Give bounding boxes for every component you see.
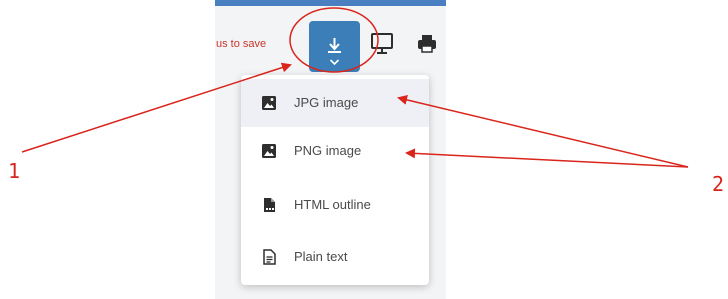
download-icon <box>328 38 341 66</box>
menu-item-label: PNG image <box>294 143 362 158</box>
menu-item-plain-text[interactable]: Plain text <box>241 233 429 281</box>
document-file-icon <box>264 198 275 212</box>
callout-label-2: 2 <box>712 172 725 196</box>
image-file-icon <box>262 144 276 158</box>
callout-arrow-2b <box>405 148 689 168</box>
print-icon[interactable] <box>416 34 440 54</box>
save-hint-text: us to save <box>216 38 267 50</box>
menu-item-jpg-image[interactable]: JPG image <box>241 79 429 127</box>
menu-item-label: Plain text <box>294 249 348 264</box>
menu-item-label: HTML outline <box>294 197 371 212</box>
app-header-strip <box>215 0 446 6</box>
download-menu: JPG image PNG image HTML outline Plain t… <box>241 75 429 285</box>
monitor-icon[interactable] <box>370 31 396 55</box>
image-file-icon <box>262 96 276 110</box>
menu-item-label: JPG image <box>294 95 359 110</box>
menu-item-html-outline[interactable]: HTML outline <box>241 181 429 229</box>
menu-item-png-image[interactable]: PNG image <box>241 127 429 175</box>
text-file-icon <box>263 249 276 265</box>
download-button[interactable] <box>309 21 360 72</box>
chevron-down-icon <box>329 59 340 66</box>
callout-label-1: 1 <box>8 159 21 183</box>
